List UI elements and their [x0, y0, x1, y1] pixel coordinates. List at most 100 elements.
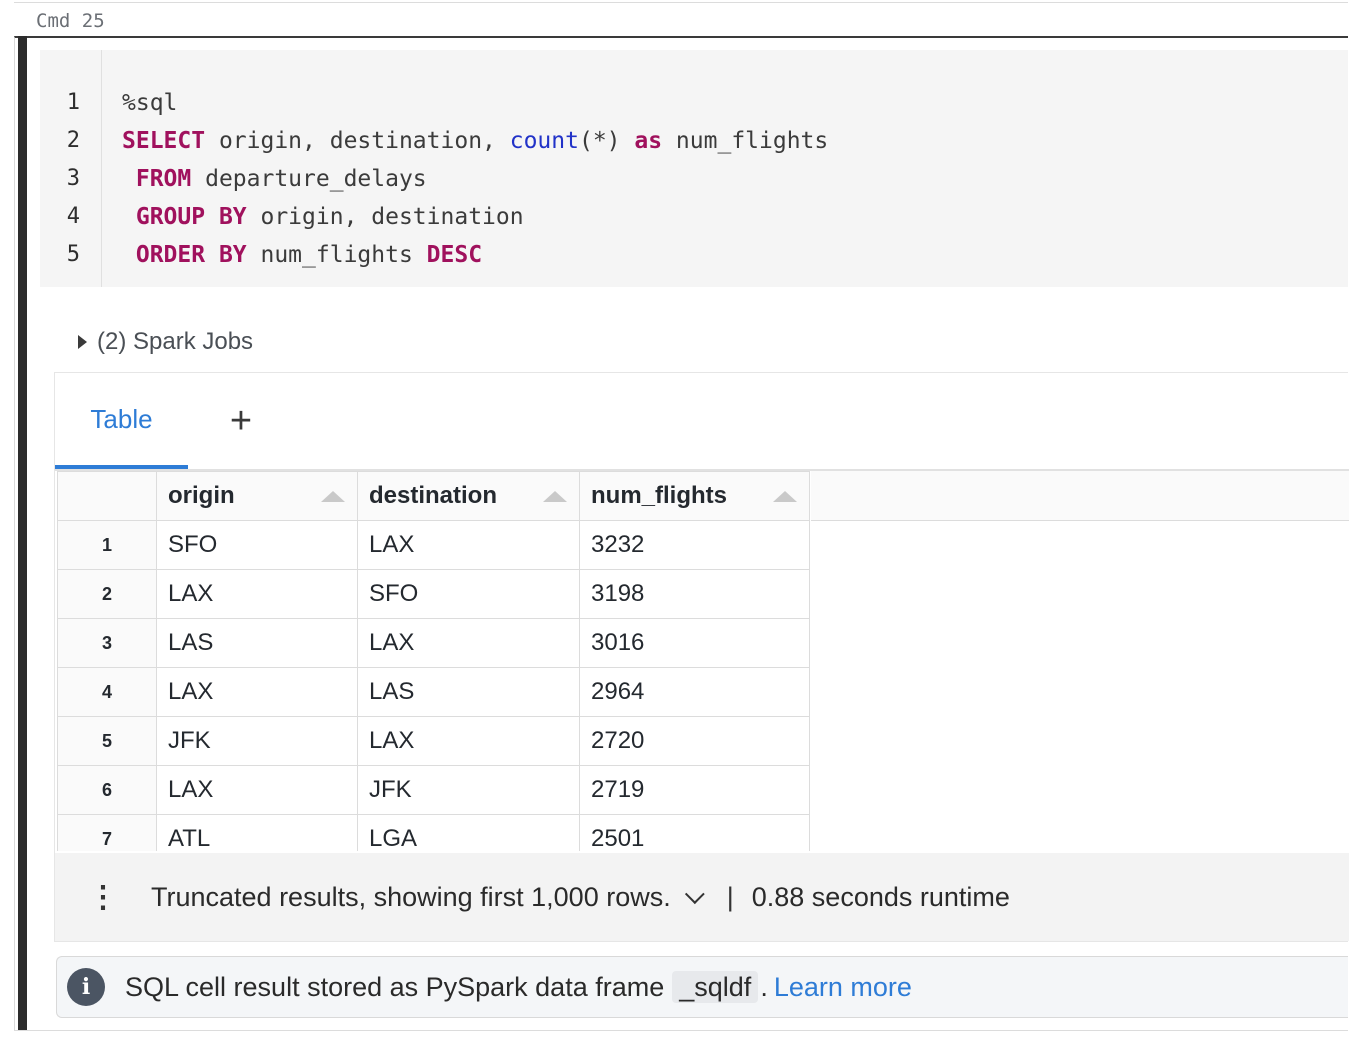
table-cell[interactable]: LAX [156, 765, 358, 815]
sql-keyword: GROUP BY [135, 204, 247, 230]
table-row[interactable]: 4 LAX LAS 2964 [57, 667, 810, 717]
results-tab-bar: Table + [55, 373, 1349, 471]
results-status: Truncated results, showing first 1,000 r… [151, 882, 1010, 913]
results-grid[interactable]: origin destination num_flights 1 SFO LAX 32… [57, 471, 1349, 851]
code-editor[interactable]: 1 %sql 2 SELECT origin, destination, count(… [40, 50, 1348, 287]
code-line[interactable]: ORDER BY num_flights DESC [122, 236, 482, 274]
row-number: 6 [57, 765, 157, 815]
table-cell[interactable]: LAX [357, 716, 580, 766]
info-message: SQL cell result stored as PySpark data f… [125, 970, 912, 1003]
info-banner: i SQL cell result stored as PySpark data… [56, 956, 1348, 1018]
row-number: 7 [57, 814, 157, 851]
header-fill [811, 471, 1349, 521]
table-row[interactable]: 5 JFK LAX 2720 [57, 716, 810, 766]
column-header-destination[interactable]: destination [357, 471, 580, 521]
table-cell[interactable]: LAX [156, 667, 358, 717]
table-cell[interactable]: 3232 [579, 520, 810, 570]
line-number: 3 [66, 166, 80, 191]
header-row: origin destination num_flights [57, 471, 810, 521]
status-separator: | [726, 881, 734, 912]
table-cell[interactable]: LAX [357, 618, 580, 668]
tab-table[interactable]: Table [55, 373, 188, 469]
code-token: origin, destination [246, 204, 524, 230]
table-cell[interactable]: 3016 [579, 618, 810, 668]
code-line[interactable]: SELECT origin, destination, count(*) as … [122, 122, 828, 160]
table-cell[interactable]: JFK [156, 716, 358, 766]
results-footer: ⋮ Truncated results, showing first 1,000… [55, 853, 1349, 941]
code-line[interactable]: GROUP BY origin, destination [122, 198, 524, 236]
line-number: 4 [66, 204, 80, 229]
info-period: . [760, 971, 768, 1002]
table-cell[interactable]: JFK [357, 765, 580, 815]
chevron-down-icon[interactable] [684, 884, 705, 905]
sql-keyword: as [634, 128, 663, 154]
code-token: departure_delays [191, 166, 427, 192]
sort-ascending-icon[interactable] [543, 491, 567, 502]
cell-command-label: Cmd 25 [36, 10, 105, 32]
code-line[interactable]: %sql [122, 84, 177, 122]
table-cell[interactable]: 2501 [579, 814, 810, 851]
top-divider [14, 2, 1348, 3]
plus-icon: + [229, 399, 253, 442]
code-token: %sql [122, 90, 178, 116]
table-cell[interactable]: LAX [156, 569, 358, 619]
table-cell[interactable]: LAX [357, 520, 580, 570]
sort-ascending-icon[interactable] [321, 491, 345, 502]
row-number: 2 [57, 569, 157, 619]
table-cell[interactable]: SFO [357, 569, 580, 619]
dataframe-name: _sqldf [672, 970, 759, 1003]
add-visualization-button[interactable]: + [221, 397, 261, 445]
spark-jobs-label: (2) Spark Jobs [97, 328, 254, 355]
table-cell[interactable]: 2720 [579, 716, 810, 766]
table-cell[interactable]: 2964 [579, 667, 810, 717]
column-header-origin[interactable]: origin [156, 471, 358, 521]
sql-keyword: DESC [426, 242, 483, 268]
column-header-label: destination [369, 482, 498, 509]
table-cell[interactable]: LGA [357, 814, 580, 851]
table-cell[interactable]: SFO [156, 520, 358, 570]
line-number: 5 [66, 242, 80, 267]
table-row[interactable]: 7 ATL LGA 2501 [57, 814, 810, 851]
row-number: 4 [57, 667, 157, 717]
table-row[interactable]: 2 LAX SFO 3198 [57, 569, 810, 619]
table-row[interactable]: 6 LAX JFK 2719 [57, 765, 810, 815]
results-panel: Table + origin destination num_flights 1… [54, 372, 1349, 942]
cell-selection-bar [18, 36, 27, 1030]
learn-more-link[interactable]: Learn more [774, 972, 912, 1002]
code-line[interactable]: FROM departure_delays [122, 160, 427, 198]
row-number: 3 [57, 618, 157, 668]
sql-function: count [509, 128, 579, 154]
row-number: 5 [57, 716, 157, 766]
table-row[interactable]: 1 SFO LAX 3232 [57, 520, 810, 570]
code-token: (*) [578, 128, 635, 154]
table-cell[interactable]: LAS [156, 618, 358, 668]
table-cell[interactable]: 2719 [579, 765, 810, 815]
runtime-text: 0.88 seconds runtime [751, 881, 1010, 912]
table-cell[interactable]: 3198 [579, 569, 810, 619]
column-header-label: num_flights [591, 482, 727, 509]
column-header-num-flights[interactable]: num_flights [579, 471, 810, 521]
cell-bottom-divider [14, 1030, 1348, 1031]
line-number: 1 [66, 90, 80, 115]
info-icon: i [67, 968, 105, 1006]
row-index-header [57, 471, 157, 521]
code-token: origin, destination, [205, 128, 510, 154]
sort-ascending-icon[interactable] [773, 491, 797, 502]
table-row[interactable]: 3 LAS LAX 3016 [57, 618, 810, 668]
spark-jobs-toggle[interactable]: (2) Spark Jobs [78, 328, 253, 356]
table-cell[interactable]: ATL [156, 814, 358, 851]
sql-keyword: ORDER BY [135, 242, 247, 268]
more-options-icon[interactable]: ⋮ [55, 880, 151, 915]
table-cell[interactable]: LAS [357, 667, 580, 717]
sql-keyword: FROM [135, 166, 192, 192]
caret-right-icon [78, 335, 87, 349]
row-number: 1 [57, 520, 157, 570]
code-token: num_flights [246, 242, 427, 268]
info-text: SQL cell result stored as PySpark data f… [125, 971, 665, 1002]
line-number: 2 [66, 128, 80, 153]
sql-keyword: SELECT [122, 128, 206, 154]
results-table: origin destination num_flights 1 SFO LAX 32… [57, 471, 810, 851]
